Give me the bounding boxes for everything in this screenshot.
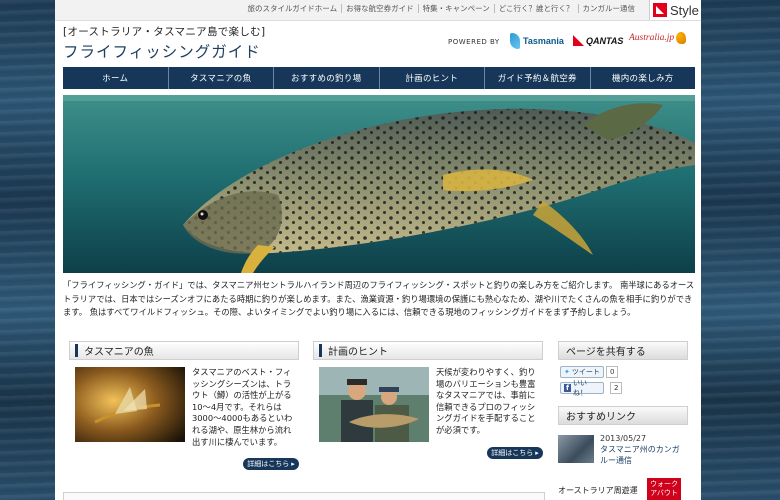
recommended-footer-text[interactable]: オーストラリア周遊運 (558, 485, 638, 496)
more-label: 詳細はこちら (247, 460, 290, 468)
qantas-logo-text: QANTAS (586, 35, 624, 46)
tasmania-logo-text: Tasmania (523, 36, 564, 46)
arrow-right-icon: ▸ (291, 460, 295, 468)
powered-by-label: POWERED BY (448, 38, 500, 46)
australia-logo-text: Australia.jp (629, 33, 675, 43)
intro-text: 「フライフィッシング・ガイド」では、タスマニア州セントラルハイランド周辺のフライ… (63, 280, 695, 317)
hero-trout-image (63, 95, 695, 273)
tweet-count: 0 (606, 366, 619, 378)
recommended-title: おすすめリンク (566, 412, 636, 423)
site-subtitle: [オーストラリア・タスマニア島で楽しむ] (63, 26, 266, 38)
more-button-planning[interactable]: 詳細はこちら ▸ (487, 447, 543, 459)
like-button[interactable]: f いいね！ (560, 379, 604, 397)
style-logo-link[interactable]: Style (649, 0, 701, 20)
utility-link-tickets[interactable]: お得な航空券ガイド (341, 4, 418, 13)
utility-links: 旅のスタイルガイドホーム お得な航空券ガイド 特集・キャンペーン どこ行く？誰と… (244, 4, 639, 13)
site-title[interactable]: フライフィッシングガイド (63, 40, 265, 62)
recommended-header: おすすめリンク (558, 406, 688, 425)
recommended-date: 2013/05/27 (600, 434, 647, 443)
utility-link-kangaroo[interactable]: カンガルー通信 (577, 4, 640, 13)
utility-link-where[interactable]: どこ行く？誰と行く？ (493, 4, 578, 13)
share-title: ページを共有する (566, 347, 646, 358)
utility-link-campaign[interactable]: 特集・キャンペーン (417, 4, 494, 13)
section-marker (319, 344, 322, 357)
section-header-fish[interactable]: タスマニアの魚 (69, 341, 299, 360)
nav-home[interactable]: ホーム (63, 67, 169, 89)
mayfly-thumbnail[interactable] (75, 367, 185, 442)
walkabout-badge[interactable]: ウォーク アバウト (647, 478, 681, 500)
section-header-planning[interactable]: 計画のヒント (313, 341, 543, 360)
main-nav: ホーム タスマニアの魚 おすすめの釣り場 計画のヒント ガイド予約＆航空券 機内… (63, 67, 695, 89)
section-title-fish: タスマニアの魚 (84, 347, 154, 358)
like-count: 2 (610, 382, 623, 394)
tweet-label: ツイート (571, 368, 600, 376)
kangaroo-icon (676, 32, 687, 44)
recommended-link[interactable]: タスマニア州のカンガルー通信 (600, 444, 684, 466)
nav-planning-tips[interactable]: 計画のヒント (380, 67, 485, 89)
more-button-fish[interactable]: 詳細はこちら ▸ (243, 458, 299, 470)
nav-inflight[interactable]: 機内の楽しみ方 (591, 67, 696, 89)
tweet-button[interactable]: ✦ ツイート (560, 366, 604, 378)
like-label: いいね！ (573, 379, 588, 397)
tasmania-mark-icon (510, 33, 520, 49)
style-logo-text: Style (670, 2, 699, 18)
twitter-bird-icon: ✦ (564, 368, 570, 376)
nav-tasmania-fish[interactable]: タスマニアの魚 (169, 67, 274, 89)
nav-fishing-spots[interactable]: おすすめの釣り場 (274, 67, 380, 89)
qantas-tail-logo-icon (573, 35, 584, 46)
arrow-right-icon: ▸ (535, 449, 539, 457)
site-header: [オーストラリア・タスマニア島で楽しむ] フライフィッシングガイド (63, 24, 265, 62)
nav-guide-booking[interactable]: ガイド予約＆航空券 (485, 67, 591, 89)
share-header: ページを共有する (558, 341, 688, 360)
utility-link-home[interactable]: 旅のスタイルガイドホーム (244, 4, 342, 13)
recommended-item: 2013/05/27 タスマニア州のカンガルー通信 (600, 433, 684, 466)
qantas-logo[interactable]: QANTAS (573, 35, 623, 46)
page-container: 旅のスタイルガイドホーム お得な航空券ガイド 特集・キャンペーン どこ行く？誰と… (55, 0, 701, 500)
top-utility-bar: 旅のスタイルガイドホーム お得な航空券ガイド 特集・キャンペーン どこ行く？誰と… (55, 0, 701, 21)
facebook-icon: f (564, 384, 572, 392)
next-section-box (63, 492, 545, 500)
australia-jp-logo[interactable]: Australia.jp (629, 32, 687, 44)
recommended-thumbnail[interactable] (558, 435, 594, 463)
tasmania-logo[interactable]: Tasmania (510, 33, 564, 49)
anglers-thumbnail[interactable] (319, 367, 429, 442)
more-label: 詳細はこちら (491, 449, 534, 457)
section-marker (75, 344, 78, 357)
section-title-planning: 計画のヒント (328, 347, 388, 358)
qantas-tail-icon (653, 3, 667, 17)
section-body-planning: 天候が変わりやすく、釣り場のバリエーションも豊富なタスマニアでは、事前に信頼でき… (436, 367, 536, 435)
section-body-fish: タスマニアのベスト・フィッシングシーズンは、トラウト（鱒）の活性が上がる10～4… (192, 367, 293, 447)
